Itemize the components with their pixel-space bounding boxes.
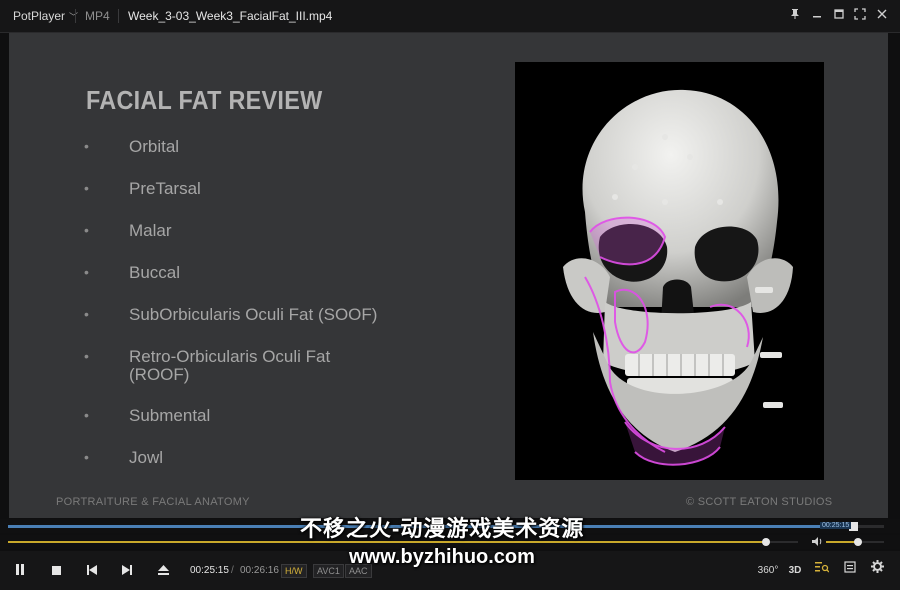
- current-time: 00:25:15: [190, 565, 229, 576]
- video-codec-badge[interactable]: AVC1: [313, 564, 344, 578]
- volume-handle[interactable]: [853, 538, 862, 546]
- total-time: 00:26:16: [240, 565, 279, 576]
- secondary-handle[interactable]: [762, 538, 771, 546]
- fullscreen-icon[interactable]: [850, 6, 870, 26]
- playlist-search-icon[interactable]: [811, 560, 833, 582]
- maximize-icon[interactable]: [829, 6, 849, 26]
- app-menu-button[interactable]: PotPlayer ﹀: [13, 9, 78, 23]
- next-icon[interactable]: [117, 562, 137, 580]
- volume-icon[interactable]: [811, 536, 823, 550]
- hw-decode-badge[interactable]: H/W: [281, 564, 307, 578]
- pin-icon[interactable]: [785, 6, 805, 26]
- seek-time-badge: 00:25:15: [820, 522, 852, 529]
- pause-icon[interactable]: [10, 562, 30, 580]
- slide-footer-right: © SCOTT EATON STUDIOS: [686, 496, 833, 508]
- divider: [75, 9, 76, 23]
- playlist-panel-icon[interactable]: [839, 560, 861, 582]
- minimize-icon[interactable]: [807, 6, 827, 26]
- vr-360-icon[interactable]: 360°: [757, 560, 779, 582]
- previous-icon[interactable]: [82, 562, 102, 580]
- chevron-down-icon: ﹀: [69, 12, 79, 22]
- skull-image: [515, 62, 824, 480]
- watermark-text: 不移之火-动漫游戏美术资源: [300, 516, 585, 541]
- slide-title: FACIAL FAT REVIEW: [86, 85, 323, 115]
- settings-gear-icon[interactable]: [866, 560, 888, 582]
- file-format-label: MP4: [85, 9, 110, 23]
- divider: [118, 9, 119, 23]
- stop-icon[interactable]: [46, 562, 66, 580]
- slide-footer-left: PORTRAITURE & FACIAL ANATOMY: [56, 496, 250, 508]
- video-viewport[interactable]: FACIAL FAT REVIEW • Orbital • PreTarsal • M…: [0, 33, 900, 518]
- presentation-slide: FACIAL FAT REVIEW • Orbital • PreTarsal • M…: [9, 33, 888, 518]
- app-name: PotPlayer: [13, 9, 66, 23]
- time-separator: /: [231, 565, 234, 576]
- eject-icon[interactable]: [153, 562, 173, 580]
- title-bar: PotPlayer ﹀ MP4 Week_3-03_Week3_FacialFat…: [0, 0, 900, 33]
- file-title: Week_3-03_Week3_FacialFat_III.mp4: [128, 9, 333, 23]
- 3d-icon[interactable]: 3D: [784, 560, 806, 582]
- close-icon[interactable]: [872, 6, 892, 26]
- watermark-url: www.byzhihuo.com: [349, 546, 535, 568]
